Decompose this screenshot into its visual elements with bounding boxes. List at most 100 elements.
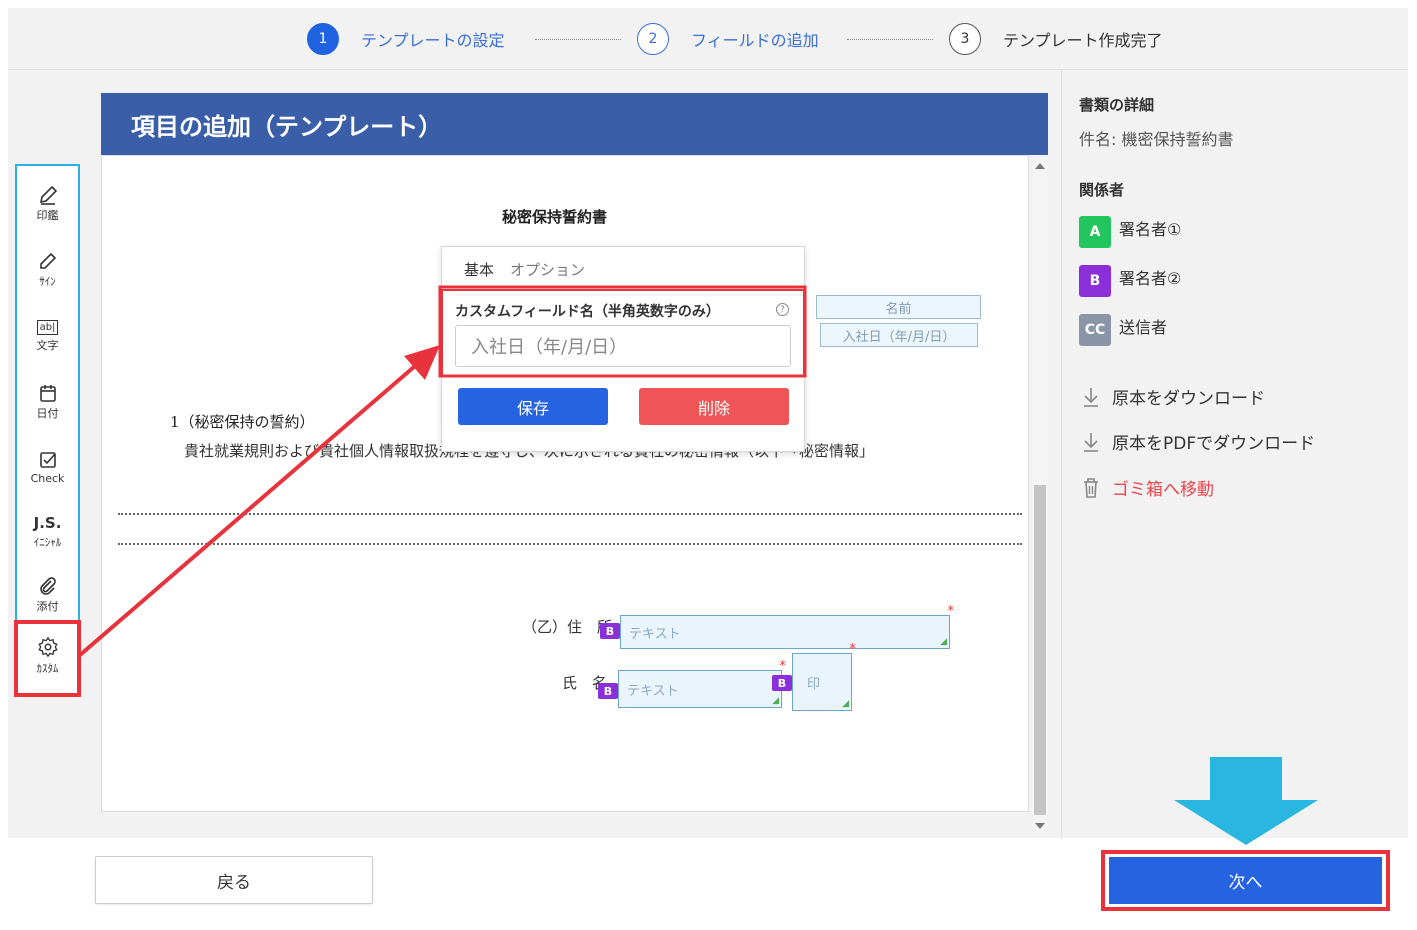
progress-stepper: 1 テンプレートの設定 2 フィールドの追加 3 テンプレート作成完了: [8, 8, 1408, 70]
tool-attach-label: 添付: [36, 600, 59, 613]
download-original-label: 原本をダウンロード: [1112, 389, 1265, 409]
tool-attach[interactable]: 添付: [17, 567, 78, 623]
step-3-label: テンプレート作成完了: [1003, 31, 1163, 50]
seal-field[interactable]: 印 * ◢: [792, 642, 856, 711]
party-signer-b: B 署名者②: [1079, 265, 1181, 297]
required-mark: *: [849, 642, 857, 657]
party-sender: CC 送信者: [1079, 314, 1167, 346]
custom-tool-highlight: [14, 620, 81, 697]
address-label: （乙）住 所: [522, 618, 613, 636]
signer-b-badge: B: [600, 623, 620, 639]
party-cc-name: 送信者: [1119, 318, 1168, 337]
tool-date[interactable]: 日付: [17, 374, 78, 430]
name-field-placeholder: 名前: [885, 301, 912, 317]
name-text-field[interactable]: テキスト * ◢: [618, 659, 786, 708]
scroll-thumb[interactable]: [1034, 485, 1046, 815]
required-mark: *: [947, 604, 955, 619]
next-button-highlight: 次へ: [1101, 850, 1390, 911]
resize-handle[interactable]: ◢: [940, 637, 947, 647]
signer-b-badge: B: [598, 683, 618, 699]
custom-field-name-section: カスタムフィールド名（半角英数字のみ） ? 入社日（年/月/日）: [441, 289, 805, 377]
address-text-field[interactable]: テキスト * ◢: [620, 604, 954, 649]
join-date-field-placeholder: 入社日（年/月/日）: [842, 329, 956, 345]
step-2-label: フィールドの追加: [691, 31, 819, 50]
party-b-badge: B: [1079, 265, 1111, 297]
resize-handle[interactable]: ◢: [842, 699, 849, 709]
move-to-trash-link[interactable]: ゴミ箱へ移動: [1082, 475, 1214, 500]
tool-text-label: 文字: [36, 338, 59, 352]
seal-field-placeholder: 印: [807, 676, 821, 692]
scroll-down-arrow[interactable]: [1035, 823, 1045, 829]
field-toolbar: 印鑑 ｻｲﾝ ab| 文字 日付 Check J.S. ｲﾆｼｬﾙ 添付 ｶｽﾀ…: [15, 164, 80, 697]
party-b-name: 署名者②: [1119, 269, 1182, 288]
download-pdf-link[interactable]: 原本をPDFでダウンロード: [1082, 429, 1315, 454]
party-a-name: 署名者①: [1119, 220, 1182, 239]
tool-initials-label: ｲﾆｼｬﾙ: [33, 536, 62, 549]
back-button[interactable]: 戻る: [95, 856, 373, 904]
tool-check-label: Check: [30, 471, 65, 485]
details-heading: 書類の詳細: [1079, 96, 1155, 114]
address-field-placeholder: テキスト: [629, 626, 681, 642]
document-title: 秘密保持誓約書: [502, 208, 608, 226]
party-signer-a: A 署名者①: [1079, 216, 1181, 248]
dotted-divider: [118, 543, 1022, 545]
download-pdf-label: 原本をPDFでダウンロード: [1112, 434, 1316, 454]
next-button[interactable]: 次へ: [1109, 857, 1382, 904]
pen-nib-icon: [39, 185, 57, 205]
tool-initials[interactable]: J.S. ｲﾆｼｬﾙ: [17, 504, 78, 560]
tab-basic[interactable]: 基本: [464, 259, 494, 280]
tool-text[interactable]: ab| 文字: [17, 308, 78, 364]
section-heading: 1（秘密保持の誓約）: [170, 413, 315, 431]
document-details-panel: 書類の詳細 件名: 機密保持誓約書 関係者 A 署名者① B 署名者② CC 送…: [1061, 70, 1408, 838]
signer-b-badge: B: [772, 675, 792, 691]
download-icon: [1084, 432, 1098, 452]
step-2-number: 2: [637, 23, 669, 55]
step-1-number: 1: [307, 23, 339, 55]
step-connector: [535, 39, 621, 40]
initials-icon: J.S.: [33, 514, 62, 532]
parties-heading: 関係者: [1079, 181, 1125, 199]
checkbox-icon: [39, 451, 56, 468]
required-mark: *: [779, 659, 787, 674]
popup-tabs: 基本 オプション: [464, 259, 601, 280]
text-box-icon: ab|: [36, 319, 59, 335]
custom-field-popup: 基本 オプション カスタムフィールド名（半角英数字のみ） ? 入社日（年/月/日…: [441, 246, 805, 452]
party-cc-badge: CC: [1079, 314, 1111, 346]
download-icon: [1084, 387, 1098, 407]
move-to-trash-label: ゴミ箱へ移動: [1112, 480, 1214, 500]
party-a-badge: A: [1079, 216, 1111, 248]
calendar-icon: [39, 385, 56, 402]
document-scrollbar[interactable]: [1032, 155, 1048, 835]
step-3: 3 テンプレート作成完了: [949, 23, 1163, 55]
editor-title: 項目の追加（テンプレート）: [101, 93, 1048, 155]
download-original-link[interactable]: 原本をダウンロード: [1082, 384, 1265, 409]
help-icon[interactable]: ?: [776, 303, 789, 316]
name-text-placeholder: テキスト: [627, 683, 679, 699]
paperclip-icon: [39, 577, 56, 595]
tool-seal-label: 印鑑: [36, 209, 59, 222]
tool-date-label: 日付: [36, 407, 59, 420]
tab-options[interactable]: オプション: [510, 259, 585, 280]
app-window: 1 テンプレートの設定 2 フィールドの追加 3 テンプレート作成完了 印鑑 ｻ…: [8, 8, 1408, 838]
step-3-number: 3: [949, 23, 981, 55]
step-1: 1 テンプレートの設定: [307, 23, 505, 55]
dotted-divider: [118, 513, 1022, 515]
trash-icon: [1084, 477, 1098, 498]
resize-handle[interactable]: ◢: [772, 696, 779, 706]
pencil-icon: [39, 252, 56, 269]
tool-sign[interactable]: ｻｲﾝ: [17, 242, 78, 298]
scroll-up-arrow[interactable]: [1035, 163, 1045, 169]
step-1-label: テンプレートの設定: [361, 31, 505, 50]
custom-field-name-input[interactable]: 入社日（年/月/日）: [455, 325, 791, 367]
join-date-field[interactable]: 入社日（年/月/日）: [820, 323, 978, 347]
document-subject: 件名: 機密保持誓約書: [1079, 130, 1234, 149]
custom-field-name-label: カスタムフィールド名（半角英数字のみ）: [455, 304, 720, 320]
tool-sign-label: ｻｲﾝ: [39, 275, 56, 288]
save-button[interactable]: 保存: [458, 388, 608, 425]
step-connector: [847, 39, 933, 40]
name-field[interactable]: 名前: [816, 295, 981, 319]
step-2: 2 フィールドの追加: [637, 23, 819, 55]
tool-seal[interactable]: 印鑑: [17, 176, 78, 232]
tool-check[interactable]: Check: [17, 439, 78, 495]
delete-button[interactable]: 削除: [639, 388, 789, 425]
